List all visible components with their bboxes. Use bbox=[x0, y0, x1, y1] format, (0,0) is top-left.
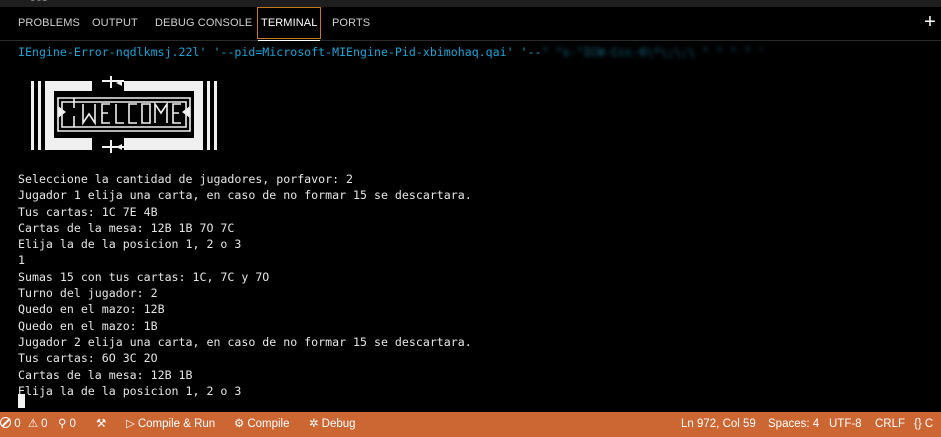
terminal-cursor bbox=[18, 394, 25, 408]
debug-label: Debug bbox=[321, 418, 356, 430]
gear-icon: ⚙ bbox=[234, 418, 245, 430]
ports-status[interactable]: ⚲ 0 bbox=[58, 412, 76, 437]
editor-edge: 903 bbox=[0, 0, 941, 7]
terminal-line: Sumas 15 con tus cartas: 1C, 7C y 7O bbox=[18, 269, 270, 284]
debug-button[interactable]: ✲ Debug bbox=[309, 412, 356, 437]
compile-run-button[interactable]: ▷ Compile & Run bbox=[126, 412, 215, 437]
error-icon bbox=[0, 417, 11, 428]
debugger-command-line: IEngine-Error-nqdlkmsj.22l' '--pid=Micro… bbox=[18, 45, 765, 59]
bug-icon: ✲ bbox=[309, 418, 319, 430]
panel-tab-bar: PROBLEMS OUTPUT DEBUG CONSOLE TERMINAL P… bbox=[0, 7, 941, 41]
line-endings[interactable]: CRLF bbox=[875, 412, 905, 437]
error-count: 0 bbox=[14, 418, 21, 430]
tab-output[interactable]: OUTPUT bbox=[92, 7, 138, 39]
status-bar: 0 ⚠ 0 ⚲ 0 ⚒ ▷ Compile & Run ⚙ Compile ✲ Debug… bbox=[0, 412, 941, 437]
cursor-position[interactable]: Ln 972, Col 59 bbox=[681, 412, 756, 437]
ports-count: 0 bbox=[69, 418, 76, 430]
terminal-panel[interactable]: IEngine-Error-nqdlkmsj.22l' '--pid=Micro… bbox=[0, 41, 941, 412]
terminal-line: 1 bbox=[18, 253, 25, 268]
compile-label: Compile bbox=[247, 418, 290, 430]
terminal-line: Quedo en el mazo: 12B bbox=[18, 302, 165, 317]
terminal-line: Jugador 1 elija una carta, en caso de no… bbox=[18, 188, 472, 203]
new-terminal-plus-icon[interactable]: + bbox=[921, 9, 939, 35]
encoding[interactable]: UTF-8 bbox=[829, 412, 862, 437]
terminal-line: Elija la de la posicion 1, 2 o 3 bbox=[18, 383, 242, 398]
compile-button[interactable]: ⚙ Compile bbox=[234, 412, 290, 437]
warning-count: 0 bbox=[41, 418, 48, 430]
terminal-line: Tus cartas: 6O 3C 2O bbox=[18, 351, 158, 366]
problems-status[interactable]: 0 ⚠ 0 bbox=[0, 412, 48, 437]
play-icon: ▷ bbox=[126, 418, 135, 430]
terminal-line: Cartas de la mesa: 12B 1B bbox=[18, 367, 193, 382]
terminal-line: Jugador 2 elija una carta, en caso de no… bbox=[18, 334, 472, 349]
language-mode[interactable]: {} C bbox=[914, 412, 933, 437]
command-visible-text: IEngine-Error-nqdlkmsj.22l' '--pid=Micro… bbox=[18, 45, 542, 59]
compile-settings-icon[interactable]: ⚒ bbox=[96, 412, 106, 437]
indentation[interactable]: Spaces: 4 bbox=[768, 412, 819, 437]
tab-ports[interactable]: PORTS bbox=[332, 7, 370, 39]
editor-line-fragment: 903 bbox=[30, 0, 48, 4]
tab-terminal[interactable]: TERMINAL bbox=[257, 7, 322, 41]
terminal-line: Elija la de la posicion 1, 2 o 3 bbox=[18, 237, 242, 252]
command-obscured-text: " "s-"ICW-Ccc-6\*\;\;\ " " " " ' bbox=[541, 45, 765, 59]
terminal-line: Tus cartas: 1C 7E 4B bbox=[18, 204, 158, 219]
terminal-line: Turno del jugador: 2 bbox=[18, 286, 158, 301]
warning-icon: ⚠ bbox=[27, 418, 39, 430]
terminal-line: Seleccione la cantidad de jugadores, por… bbox=[18, 172, 354, 186]
antenna-icon: ⚲ bbox=[58, 418, 67, 430]
terminal-line: Cartas de la mesa: 12B 1B 7O 7C bbox=[18, 220, 235, 235]
terminal-output: Seleccione la cantidad de jugadores, por… bbox=[18, 171, 472, 399]
tab-debug-console[interactable]: DEBUG CONSOLE bbox=[155, 7, 252, 39]
tab-problems[interactable]: PROBLEMS bbox=[18, 7, 80, 39]
compile-run-label: Compile & Run bbox=[137, 418, 216, 430]
welcome-ascii-banner bbox=[18, 76, 230, 155]
terminal-line: Quedo en el mazo: 1B bbox=[18, 318, 158, 333]
